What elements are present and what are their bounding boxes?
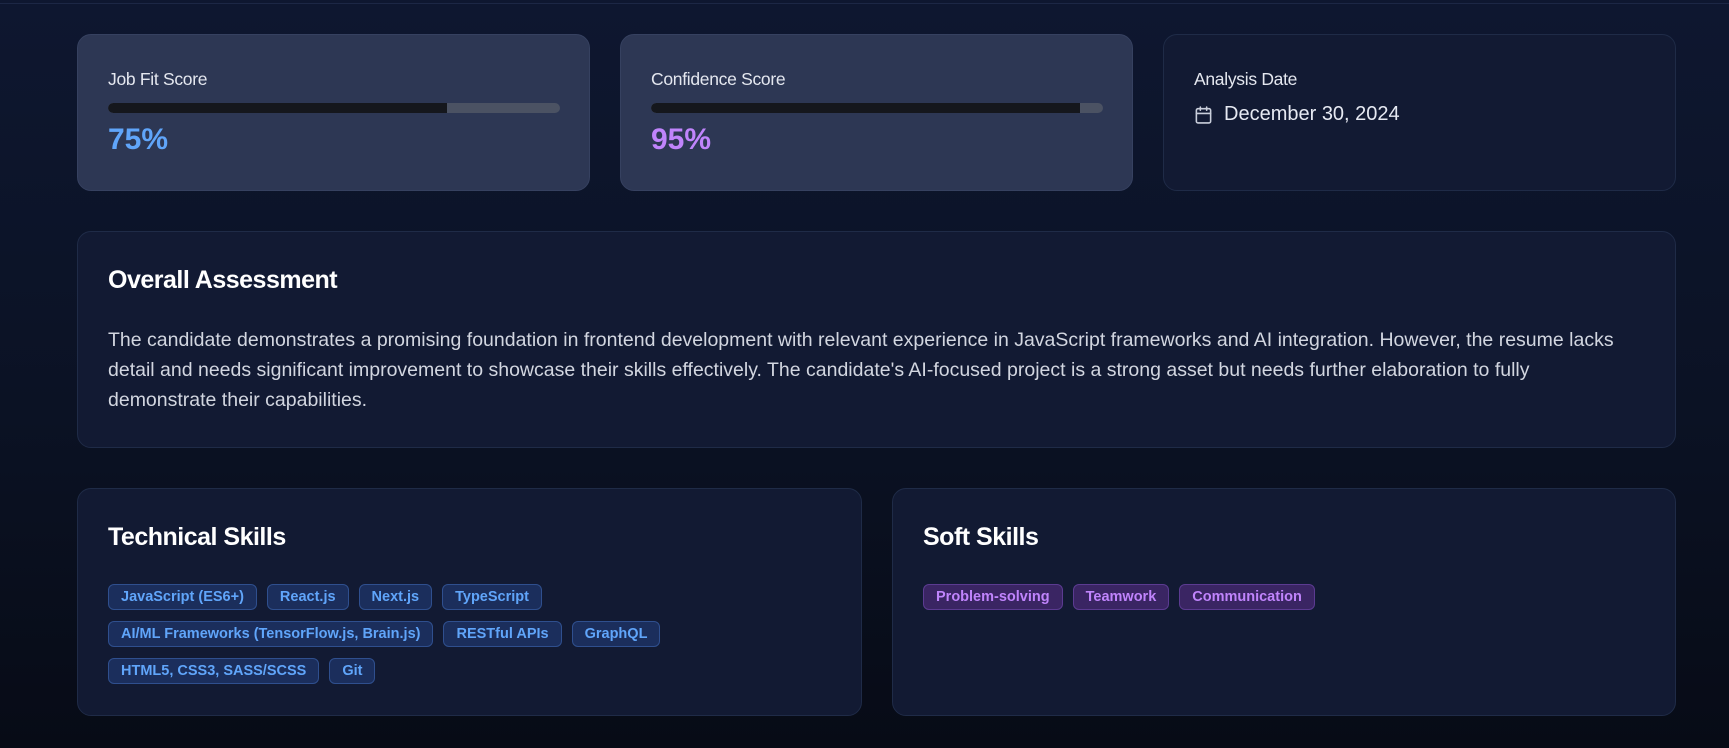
technical-skill-tag: TypeScript — [442, 584, 542, 610]
soft-skill-tag: Communication — [1179, 584, 1315, 610]
soft-skill-tag: Problem-solving — [923, 584, 1063, 610]
technical-skill-tag: Next.js — [358, 584, 433, 610]
job-fit-score-card: Job Fit Score 75% — [77, 34, 590, 191]
analysis-date-value: December 30, 2024 — [1224, 103, 1400, 125]
confidence-progress-bar — [651, 103, 1103, 113]
technical-skill-tag: RESTful APIs — [443, 621, 562, 647]
job-fit-score-label: Job Fit Score — [108, 69, 208, 89]
technical-skills-card: Technical Skills JavaScript (ES6+) React.… — [77, 488, 862, 716]
overall-assessment-card: Overall Assessment The candidate demonst… — [77, 231, 1676, 448]
soft-skills-card: Soft Skills Problem-solving Teamwork Commu… — [892, 488, 1676, 716]
confidence-score-card: Confidence Score 95% — [620, 34, 1133, 191]
analysis-date-row: December 30, 2024 — [1194, 103, 1400, 126]
confidence-progress-fill — [651, 103, 1081, 113]
analysis-date-label: Analysis Date — [1194, 69, 1298, 89]
header-divider — [0, 3, 1729, 4]
job-fit-progress-fill — [108, 103, 447, 113]
confidence-score-label: Confidence Score — [651, 69, 786, 89]
analysis-date-card: Analysis Date December 30, 2024 — [1163, 34, 1676, 191]
technical-skills-list: JavaScript (ES6+) React.js Next.js TypeScri… — [108, 584, 708, 684]
technical-skill-tag: Git — [329, 658, 376, 684]
calendar-icon — [1194, 105, 1213, 125]
soft-skills-title: Soft Skills — [923, 523, 1039, 551]
technical-skill-tag: HTML5, CSS3, SASS/SCSS — [108, 658, 320, 684]
technical-skills-title: Technical Skills — [108, 523, 286, 551]
technical-skill-tag: JavaScript (ES6+) — [108, 584, 257, 610]
job-fit-score-value: 75% — [108, 123, 169, 156]
overall-assessment-text: The candidate demonstrates a promising f… — [108, 329, 1614, 411]
soft-skills-list: Problem-solving Teamwork Communication — [923, 584, 1623, 610]
technical-skill-tag: AI/ML Frameworks (TensorFlow.js, Brain.j… — [108, 621, 434, 647]
soft-skill-tag: Teamwork — [1072, 584, 1170, 610]
job-fit-progress-bar — [108, 103, 560, 113]
overall-assessment-title: Overall Assessment — [108, 266, 338, 294]
confidence-score-value: 95% — [651, 123, 712, 156]
technical-skill-tag: React.js — [266, 584, 349, 610]
technical-skill-tag: GraphQL — [571, 621, 661, 647]
